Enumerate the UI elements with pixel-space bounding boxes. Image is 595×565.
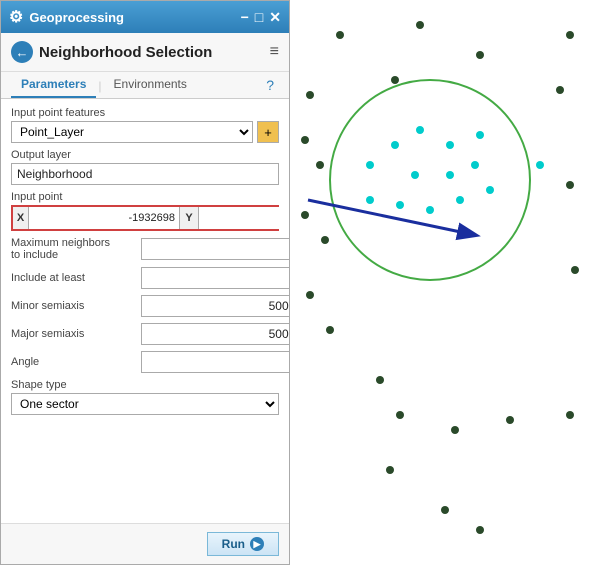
input-point-group: Input point X Y — [11, 191, 279, 231]
map-point-cyan — [366, 161, 374, 169]
run-icon: ▶ — [250, 537, 264, 551]
shape-type-select-wrapper: One sector Four sectors Circle Annulus — [11, 393, 279, 415]
input-features-select-wrapper: Point_Layer — [11, 121, 253, 143]
map-point-dark — [396, 411, 404, 419]
titlebar-title: Geoprocessing — [29, 10, 124, 25]
tabs-bar: Parameters | Environments ? — [1, 72, 289, 99]
map-point-dark — [336, 31, 344, 39]
include-at-least-label: Include at least — [11, 272, 141, 284]
map-point-dark — [316, 161, 324, 169]
map-point-dark — [571, 266, 579, 274]
map-point-cyan — [411, 171, 419, 179]
map-point-dark — [506, 416, 514, 424]
panel-title: Neighborhood Selection — [39, 44, 212, 61]
map-point-dark — [391, 76, 399, 84]
map-point-dark — [441, 506, 449, 514]
map-point-dark — [306, 291, 314, 299]
input-features-group: Input point features Point_Layer + — [11, 107, 279, 143]
maximize-button[interactable]: □ — [255, 10, 263, 24]
output-layer-group: Output layer — [11, 149, 279, 185]
shape-type-select[interactable]: One sector Four sectors Circle Annulus — [12, 394, 278, 414]
x-label: X — [13, 207, 29, 229]
map-point-dark — [476, 526, 484, 534]
map-point-cyan — [456, 196, 464, 204]
include-at-least-group: Include at least — [11, 267, 279, 289]
input-features-select[interactable]: Point_Layer — [12, 122, 252, 142]
include-at-least-input[interactable] — [141, 267, 289, 289]
run-label: Run — [222, 537, 245, 551]
angle-input[interactable] — [141, 351, 289, 373]
major-semiaxis-input[interactable] — [141, 323, 289, 345]
map-point-dark — [301, 211, 309, 219]
minimize-button[interactable]: − — [241, 10, 249, 24]
geoprocessing-panel: ⚙ Geoprocessing − □ ✕ ← Neighborhood Sel… — [0, 0, 290, 565]
app-icon: ⚙ — [9, 7, 23, 27]
major-semiaxis-group: Major semiaxis — [11, 323, 279, 345]
y-label: Y — [179, 207, 199, 229]
map-point-dark — [321, 236, 329, 244]
angle-group: Angle — [11, 351, 279, 373]
tab-divider: | — [96, 74, 103, 98]
map-point-cyan — [391, 141, 399, 149]
input-features-label: Input point features — [11, 107, 279, 119]
minor-semiaxis-label: Minor semiaxis — [11, 300, 141, 312]
map-point-dark — [376, 376, 384, 384]
header-left: ← Neighborhood Selection — [11, 41, 212, 63]
minor-semiaxis-input[interactable] — [141, 295, 289, 317]
map-point-cyan — [426, 206, 434, 214]
output-layer-label: Output layer — [11, 149, 279, 161]
map-point-dark — [566, 181, 574, 189]
titlebar-controls: − □ ✕ — [241, 10, 281, 24]
map-canvas — [290, 0, 595, 565]
map-point-dark — [476, 51, 484, 59]
map-area — [290, 0, 595, 565]
input-point-row: X Y — [11, 205, 279, 231]
map-point-cyan — [366, 196, 374, 204]
map-point-cyan — [486, 186, 494, 194]
map-point-cyan — [396, 201, 404, 209]
tab-parameters[interactable]: Parameters — [11, 72, 96, 98]
angle-label: Angle — [11, 356, 141, 368]
shape-type-label: Shape type — [11, 379, 279, 391]
map-point-cyan — [536, 161, 544, 169]
titlebar-left: ⚙ Geoprocessing — [9, 7, 124, 27]
panel-body: Input point features Point_Layer + Outpu… — [1, 99, 289, 523]
tab-environments[interactable]: Environments — [104, 72, 197, 98]
shape-type-group: Shape type One sector Four sectors Circl… — [11, 379, 279, 415]
map-point-dark — [386, 466, 394, 474]
map-point-dark — [301, 136, 309, 144]
map-point-cyan — [446, 171, 454, 179]
minor-semiaxis-group: Minor semiaxis — [11, 295, 279, 317]
input-features-row: Point_Layer + — [11, 121, 279, 143]
panel-footer: Run ▶ — [1, 523, 289, 564]
map-point-cyan — [416, 126, 424, 134]
max-neighbors-input[interactable] — [141, 238, 289, 260]
x-input[interactable] — [29, 207, 179, 229]
panel-header: ← Neighborhood Selection ≡ — [1, 33, 289, 72]
back-button[interactable]: ← — [11, 41, 33, 63]
map-point-dark — [556, 86, 564, 94]
map-point-dark — [451, 426, 459, 434]
max-neighbors-group: Maximum neighborsto include — [11, 237, 279, 261]
map-point-dark — [566, 411, 574, 419]
max-neighbors-label: Maximum neighborsto include — [11, 237, 141, 261]
map-point-cyan — [476, 131, 484, 139]
y-input[interactable] — [199, 207, 289, 229]
major-semiaxis-label: Major semiaxis — [11, 328, 141, 340]
add-layer-button[interactable]: + — [257, 121, 279, 143]
map-point-dark — [326, 326, 334, 334]
menu-icon[interactable]: ≡ — [270, 43, 279, 61]
map-point-dark — [416, 21, 424, 29]
help-icon[interactable]: ? — [261, 72, 279, 98]
input-point-label: Input point — [11, 191, 279, 203]
output-layer-input[interactable] — [11, 163, 279, 185]
titlebar: ⚙ Geoprocessing − □ ✕ — [1, 1, 289, 33]
map-svg — [290, 0, 595, 565]
run-button[interactable]: Run ▶ — [207, 532, 279, 556]
map-point-cyan — [471, 161, 479, 169]
map-point-dark — [566, 31, 574, 39]
map-point-cyan — [446, 141, 454, 149]
close-button[interactable]: ✕ — [269, 10, 281, 24]
map-point-dark — [306, 91, 314, 99]
